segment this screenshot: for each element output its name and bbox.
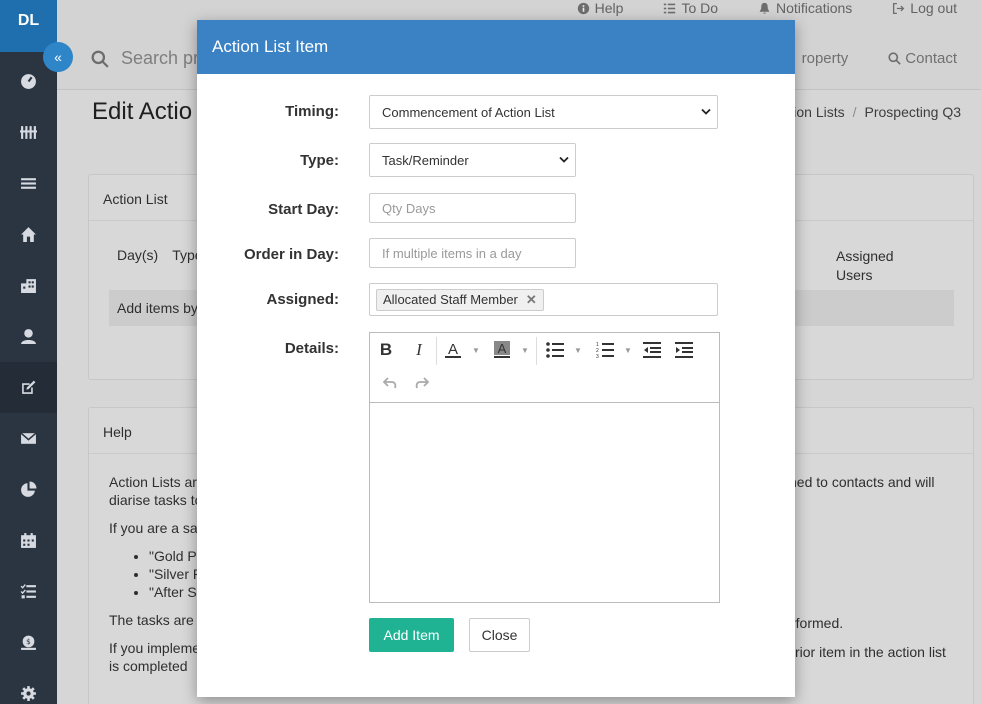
svg-text:$: $ <box>26 637 31 646</box>
timing-select-value: Commencement of Action List <box>382 104 555 120</box>
timing-label: Timing: <box>285 103 339 120</box>
bold-button[interactable]: B <box>374 338 398 362</box>
type-select[interactable]: Task/Reminder <box>369 143 576 177</box>
outdent-icon[interactable] <box>640 338 664 362</box>
editor-content-area[interactable] <box>370 403 719 602</box>
bar-chart-icon[interactable] <box>0 107 57 158</box>
order-in-day-label: Order in Day: <box>243 246 339 263</box>
numbered-list-icon[interactable]: 123 <box>593 338 617 362</box>
font-color-icon[interactable]: A <box>441 338 465 362</box>
gear-icon[interactable] <box>0 668 57 704</box>
building-icon[interactable] <box>0 260 57 311</box>
chevron-down-icon[interactable]: ▼ <box>521 338 529 362</box>
svg-text:A: A <box>498 341 507 356</box>
start-day-label: Start Day: <box>268 201 339 218</box>
bullet-list-icon[interactable] <box>543 338 567 362</box>
assigned-multiselect[interactable]: Allocated Staff Member ✕ <box>369 283 718 316</box>
type-select-value: Task/Reminder <box>382 152 469 168</box>
calendar-icon[interactable] <box>0 515 57 566</box>
indent-icon[interactable] <box>672 338 696 362</box>
svg-text:A: A <box>448 341 458 358</box>
editor-toolbar: B I A ▼ A ▼ ▼ 123 ▼ <box>370 333 719 403</box>
remove-tag-icon[interactable]: ✕ <box>526 292 537 308</box>
menu-icon[interactable] <box>0 158 57 209</box>
envelope-icon[interactable] <box>0 413 57 464</box>
modal-title: Action List Item <box>197 20 795 74</box>
add-item-button[interactable]: Add Item <box>369 618 454 652</box>
svg-text:3: 3 <box>596 354 599 358</box>
order-in-day-placeholder: If multiple items in a day <box>382 245 522 261</box>
user-icon[interactable] <box>0 311 57 362</box>
sidebar: DL $ <box>0 0 57 704</box>
timing-select[interactable]: Commencement of Action List <box>369 95 718 129</box>
assigned-label: Assigned: <box>266 291 339 308</box>
start-day-input[interactable]: Qty Days <box>369 193 576 223</box>
task-list-icon[interactable] <box>0 566 57 617</box>
order-in-day-input[interactable]: If multiple items in a day <box>369 238 576 268</box>
sidebar-nav: $ <box>0 56 57 704</box>
chevron-down-icon <box>701 108 711 115</box>
money-icon[interactable]: $ <box>0 617 57 668</box>
chevron-down-icon <box>559 156 569 163</box>
chevron-down-icon[interactable]: ▼ <box>472 338 480 362</box>
action-list-item-modal: Action List Item Timing: Commencement of… <box>197 20 795 697</box>
chevron-down-icon[interactable]: ▼ <box>624 338 632 362</box>
rich-text-editor: B I A ▼ A ▼ ▼ 123 ▼ <box>369 332 720 603</box>
toolbar-divider <box>536 337 537 365</box>
chevron-down-icon[interactable]: ▼ <box>574 338 582 362</box>
start-day-placeholder: Qty Days <box>382 200 436 216</box>
assigned-tag-label: Allocated Staff Member <box>383 292 518 307</box>
highlight-color-icon[interactable]: A <box>490 338 514 362</box>
collapse-sidebar-button[interactable]: « <box>43 42 73 72</box>
toolbar-divider <box>436 337 437 365</box>
italic-button[interactable]: I <box>407 338 431 362</box>
pie-chart-icon[interactable] <box>0 464 57 515</box>
edit-icon[interactable] <box>0 362 57 413</box>
assigned-tag: Allocated Staff Member ✕ <box>376 288 544 311</box>
details-label: Details: <box>284 340 339 357</box>
home-icon[interactable] <box>0 209 57 260</box>
redo-icon[interactable] <box>410 371 434 395</box>
close-button[interactable]: Close <box>469 618 530 652</box>
undo-icon[interactable] <box>378 371 402 395</box>
type-label: Type: <box>300 152 339 169</box>
